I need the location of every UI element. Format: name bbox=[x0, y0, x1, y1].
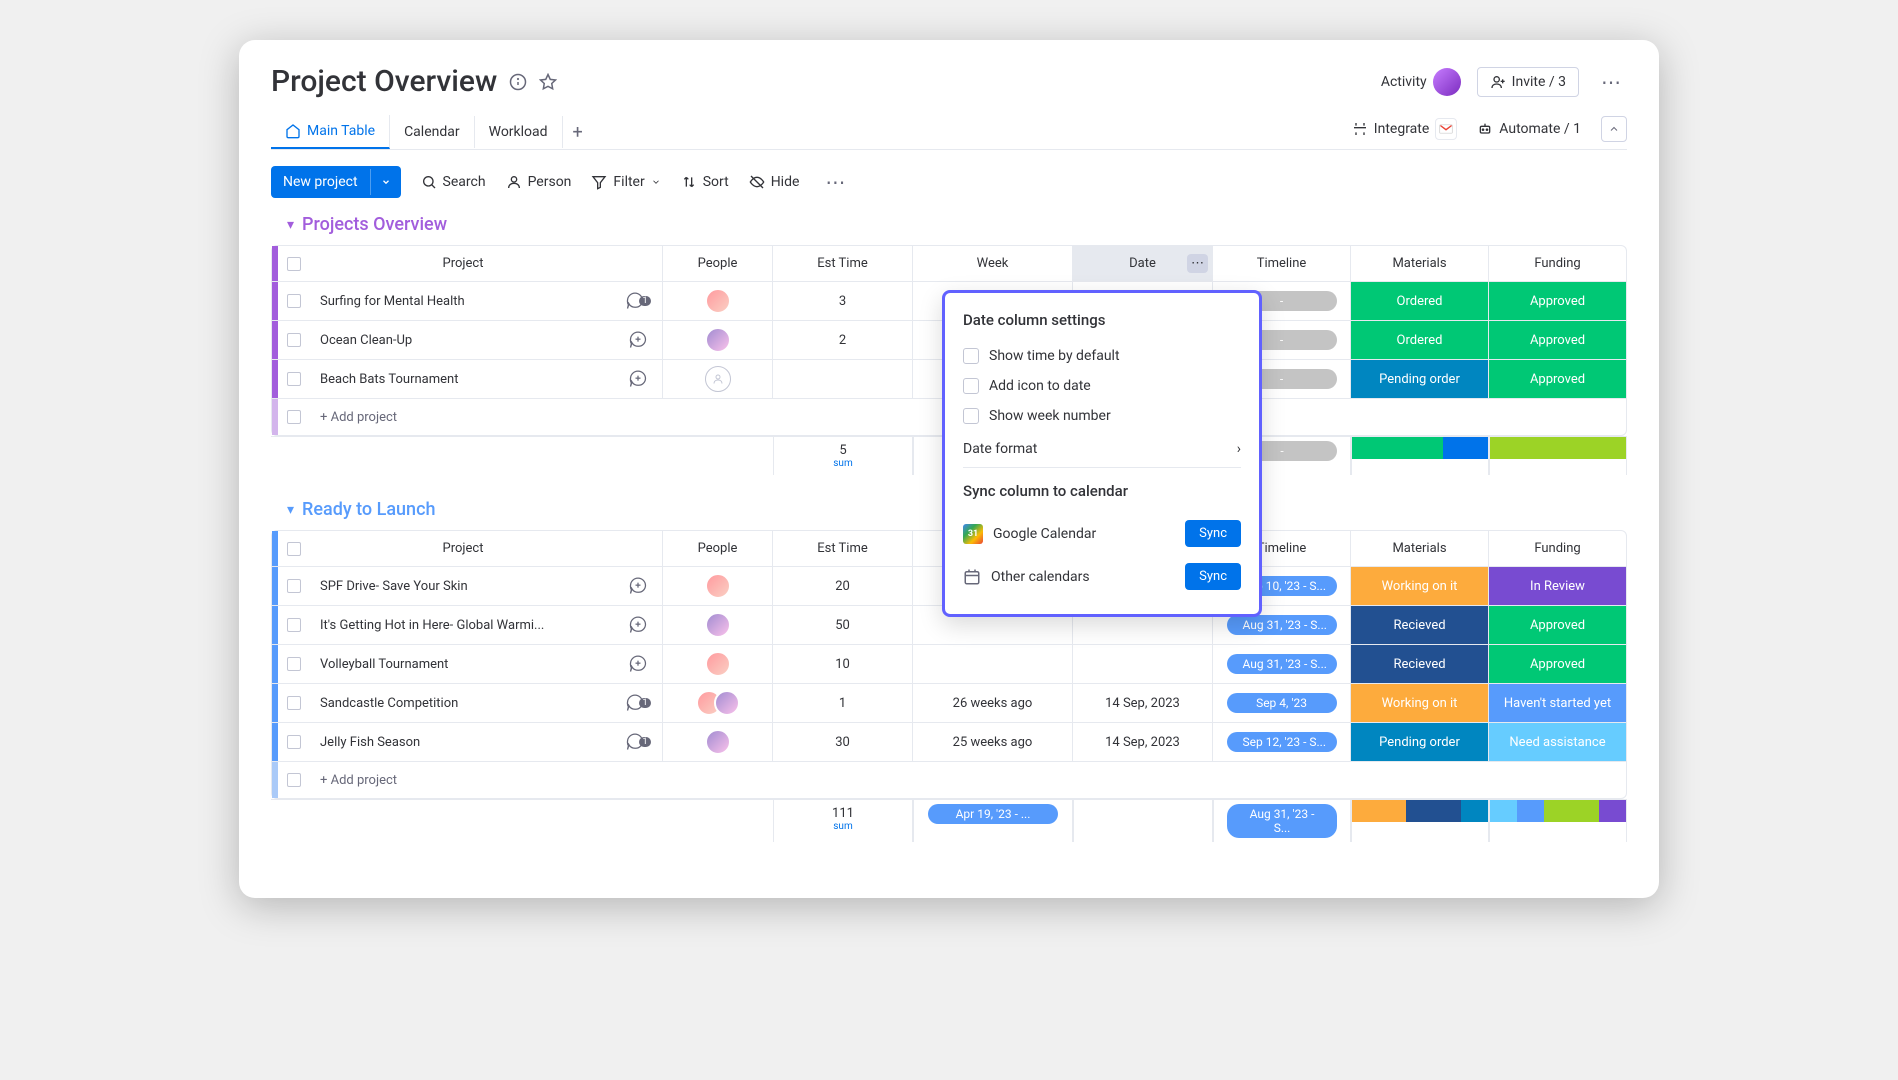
people-cell[interactable] bbox=[662, 723, 772, 761]
sort-icon bbox=[681, 174, 697, 190]
integrate-button[interactable]: Integrate bbox=[1352, 118, 1458, 140]
people-cell[interactable] bbox=[662, 360, 772, 398]
checkbox[interactable] bbox=[963, 408, 979, 424]
search-button[interactable]: Search bbox=[421, 174, 486, 190]
chat-icon[interactable]: 1 bbox=[614, 723, 662, 761]
summary-row: 111sum Apr 19, '23 - ... Aug 31, '23 - S… bbox=[271, 799, 1627, 842]
checkbox[interactable] bbox=[963, 348, 979, 364]
tab-workload[interactable]: Workload bbox=[475, 116, 563, 148]
collapse-panel-button[interactable] bbox=[1601, 116, 1627, 142]
add-chat-icon[interactable] bbox=[614, 606, 662, 644]
avatar bbox=[1433, 68, 1461, 96]
date-column-settings-popup: Date column settings Show time by defaul… bbox=[942, 290, 1262, 617]
chat-icon[interactable]: 1 bbox=[614, 282, 662, 320]
person-icon bbox=[506, 174, 522, 190]
other-calendars-row: Other calendars Sync bbox=[963, 555, 1241, 598]
group-header[interactable]: ▾ Projects Overview bbox=[271, 214, 1627, 235]
gmail-icon bbox=[1435, 118, 1457, 140]
show-time-option[interactable]: Show time by default bbox=[963, 341, 1241, 371]
row-checkbox[interactable] bbox=[278, 696, 310, 710]
activity-button[interactable]: Activity bbox=[1381, 68, 1461, 96]
chat-icon[interactable]: 1 bbox=[614, 684, 662, 722]
calendar-icon bbox=[963, 568, 981, 586]
row-checkbox[interactable] bbox=[278, 657, 310, 671]
people-cell[interactable] bbox=[662, 684, 772, 722]
table-header: Project People Est Time Week Date ⋯ Time… bbox=[272, 246, 1626, 282]
search-icon bbox=[421, 174, 437, 190]
board-header: Project Overview Activity Invite / 3 ⋯ bbox=[271, 64, 1627, 99]
chevron-right-icon: › bbox=[1237, 441, 1241, 457]
tab-main-table[interactable]: Main Table bbox=[271, 115, 390, 149]
popup-title: Date column settings bbox=[963, 311, 1241, 329]
select-all-checkbox[interactable] bbox=[278, 257, 310, 271]
hide-icon bbox=[749, 174, 765, 190]
date-column-header[interactable]: Date ⋯ bbox=[1072, 246, 1212, 281]
add-project-row[interactable]: + Add project bbox=[272, 762, 1626, 798]
add-view-button[interactable]: + bbox=[563, 118, 593, 147]
sort-button[interactable]: Sort bbox=[681, 174, 729, 190]
add-chat-icon[interactable] bbox=[614, 645, 662, 683]
sync-other-button[interactable]: Sync bbox=[1185, 563, 1241, 590]
home-icon bbox=[285, 123, 301, 139]
people-cell[interactable] bbox=[662, 567, 772, 605]
person-filter-button[interactable]: Person bbox=[506, 174, 572, 190]
page-title: Project Overview bbox=[271, 64, 497, 99]
people-cell[interactable] bbox=[662, 321, 772, 359]
more-options-icon[interactable]: ⋯ bbox=[1595, 66, 1627, 98]
column-menu-button[interactable]: ⋯ bbox=[1187, 254, 1208, 273]
people-cell[interactable] bbox=[662, 645, 772, 683]
add-chat-icon[interactable] bbox=[614, 567, 662, 605]
info-icon[interactable] bbox=[509, 73, 527, 91]
row-checkbox[interactable] bbox=[278, 372, 310, 386]
google-calendar-icon: 31 bbox=[963, 524, 983, 544]
add-icon-option[interactable]: Add icon to date bbox=[963, 371, 1241, 401]
star-icon[interactable] bbox=[539, 73, 557, 91]
checkbox[interactable] bbox=[963, 378, 979, 394]
sync-section-title: Sync column to calendar bbox=[963, 482, 1241, 500]
table-row: Sandcastle Competition 1 1 26 weeks ago … bbox=[272, 684, 1626, 723]
invite-button[interactable]: Invite / 3 bbox=[1477, 67, 1579, 97]
more-toolbar-icon[interactable]: ⋯ bbox=[819, 166, 851, 198]
chevron-up-icon bbox=[1608, 123, 1620, 135]
tab-calendar[interactable]: Calendar bbox=[390, 116, 475, 148]
people-cell[interactable] bbox=[662, 606, 772, 644]
robot-icon bbox=[1477, 121, 1493, 137]
people-cell[interactable] bbox=[662, 282, 772, 320]
add-chat-icon[interactable] bbox=[614, 360, 662, 398]
row-checkbox[interactable] bbox=[278, 333, 310, 347]
sync-google-button[interactable]: Sync bbox=[1185, 520, 1241, 547]
chevron-down-icon: ▾ bbox=[287, 502, 294, 518]
date-format-submenu[interactable]: Date format › bbox=[963, 431, 1241, 468]
table-row: Volleyball Tournament 10 Aug 31, '23 - S… bbox=[272, 645, 1626, 684]
automate-button[interactable]: Automate / 1 bbox=[1477, 121, 1581, 137]
row-checkbox[interactable] bbox=[278, 735, 310, 749]
integrate-icon bbox=[1352, 121, 1368, 137]
chevron-down-icon[interactable] bbox=[370, 169, 401, 195]
show-week-option[interactable]: Show week number bbox=[963, 401, 1241, 431]
select-all-checkbox[interactable] bbox=[278, 542, 310, 556]
person-plus-icon bbox=[1490, 74, 1506, 90]
new-project-button[interactable]: New project bbox=[271, 166, 401, 198]
hide-button[interactable]: Hide bbox=[749, 174, 800, 190]
table-row: Jelly Fish Season 1 30 25 weeks ago 14 S… bbox=[272, 723, 1626, 762]
filter-icon bbox=[591, 174, 607, 190]
filter-button[interactable]: Filter bbox=[591, 174, 660, 190]
row-checkbox[interactable] bbox=[278, 579, 310, 593]
row-checkbox[interactable] bbox=[278, 294, 310, 308]
view-tabs: Main Table Calendar Workload + bbox=[271, 115, 593, 149]
add-chat-icon[interactable] bbox=[614, 321, 662, 359]
chevron-down-icon: ▾ bbox=[287, 217, 294, 233]
chevron-down-icon bbox=[651, 177, 661, 187]
row-checkbox[interactable] bbox=[278, 618, 310, 632]
google-calendar-row: 31Google Calendar Sync bbox=[963, 512, 1241, 555]
